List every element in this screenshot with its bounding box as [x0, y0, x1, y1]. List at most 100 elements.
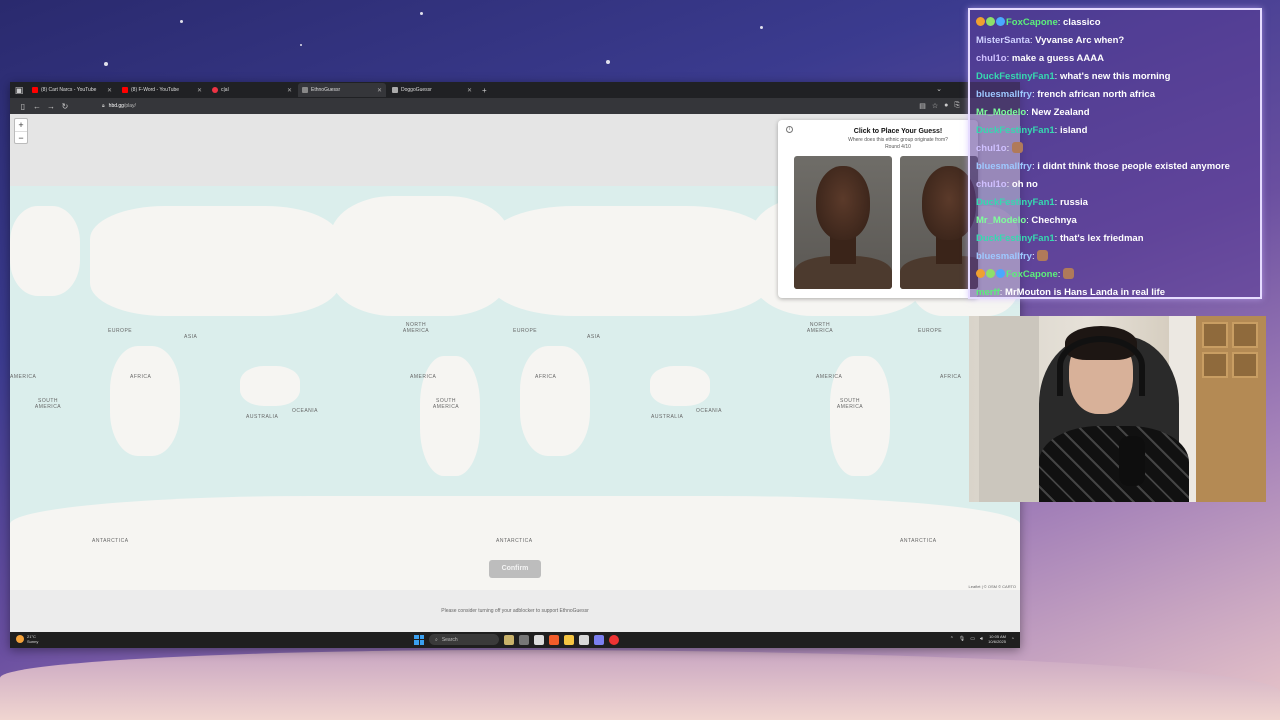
- close-icon[interactable]: ✕: [107, 87, 112, 94]
- chat-message: bluesmallfry: i didnt think those people…: [976, 158, 1254, 176]
- chat-username[interactable]: DuckFestinyFan1: [976, 71, 1055, 82]
- chat-message: MisterSanta: Vyvanse Arc when?: [976, 32, 1254, 50]
- reader-icon[interactable]: ▤: [919, 102, 926, 110]
- window-menu-icon[interactable]: ▣: [12, 83, 26, 97]
- chat-text: i didnt think those people existed anymo…: [1037, 161, 1230, 172]
- network-icon[interactable]: ▭: [970, 636, 975, 642]
- map-label-antarctica: ANTARCTICA: [92, 538, 129, 544]
- zoom-out-button[interactable]: −: [15, 131, 27, 143]
- new-tab-icon[interactable]: +: [482, 86, 487, 95]
- chat-username[interactable]: chul1o: [976, 53, 1007, 64]
- notification-icon[interactable]: ◔: [1011, 636, 1014, 642]
- chat-username[interactable]: chul1o: [976, 143, 1007, 154]
- bookmark-star-icon[interactable]: ☆: [932, 102, 938, 110]
- map-label-australia: AUSTRALIA: [246, 414, 279, 420]
- chat-username[interactable]: chul1o: [976, 179, 1007, 190]
- badge-icon: [986, 17, 995, 26]
- background-star: [606, 60, 610, 64]
- tab-cal[interactable]: c|al ✕: [208, 83, 296, 97]
- close-icon[interactable]: ✕: [287, 87, 292, 94]
- info-icon[interactable]: i: [786, 126, 793, 133]
- task-view-icon[interactable]: [519, 634, 529, 645]
- url-path: /play/: [123, 103, 136, 109]
- map-label-south-america: SOUTH AMERICA: [34, 398, 62, 410]
- sidebar-toggle-icon[interactable]: ▯: [16, 102, 30, 111]
- sun-icon: [16, 635, 24, 643]
- tab-bar: ▣ (8) Cart Narcs - YouTube ✕ (8) F-Word …: [10, 82, 1020, 98]
- chat-username[interactable]: merff: [976, 287, 1000, 298]
- webcam-person-body: [1039, 426, 1189, 502]
- address-bar[interactable]: 🔒︎ hbd.gg /play/: [102, 103, 136, 109]
- mic-icon[interactable]: 🎙︎: [959, 636, 965, 642]
- chat-username[interactable]: DuckFestinyFan1: [976, 125, 1055, 136]
- map-label-north-america: NORTH AMERICA: [806, 322, 834, 334]
- badge-icon: [976, 269, 985, 278]
- taskbar-search[interactable]: ⌕ Search: [429, 634, 499, 645]
- tab-f-word[interactable]: (8) F-Word - YouTube ✕: [118, 83, 206, 97]
- browser-toolbar: ▯ ← → ↻ 🔒︎ hbd.gg /play/ ▤ ☆ ● ⎘: [10, 98, 1020, 114]
- share-icon[interactable]: ⎘: [954, 102, 960, 110]
- forward-icon[interactable]: →: [44, 102, 58, 111]
- guess-panel: i Click to Place Your Guess! Where does …: [778, 120, 978, 298]
- copilot-icon[interactable]: [504, 634, 514, 645]
- discord-icon[interactable]: [594, 634, 604, 645]
- chat-username[interactable]: Mr_Modelo: [976, 215, 1026, 226]
- confirm-button[interactable]: Confirm: [489, 560, 541, 578]
- webcam-shelf: [1196, 316, 1266, 502]
- map-label-oceania: OCEANIA: [696, 408, 723, 414]
- chat-username[interactable]: bluesmallfry: [976, 161, 1032, 172]
- tab-cart-narcs[interactable]: (8) Cart Narcs - YouTube ✕: [28, 83, 116, 97]
- chat-username[interactable]: DuckFestinyFan1: [976, 197, 1055, 208]
- weather-desc: Sunny: [27, 639, 39, 644]
- tab-label: c|al: [221, 87, 229, 93]
- ethnoguessr-page: EUROPE ASIA AFRICA NORTH AMERICA AMERICA …: [10, 114, 1020, 632]
- chat-text: oh no: [1011, 179, 1038, 190]
- chat-username[interactable]: FoxCapone: [1006, 17, 1058, 28]
- badge-icon: [986, 269, 995, 278]
- url-host: hbd.gg: [108, 103, 124, 109]
- terminal-icon[interactable]: [534, 634, 544, 645]
- extension-icon[interactable]: ●: [944, 102, 948, 110]
- brave-browser-icon[interactable]: [549, 634, 559, 645]
- chat-username[interactable]: bluesmallfry: [976, 89, 1032, 100]
- map-label-america: AMERICA: [10, 374, 37, 380]
- chat-username[interactable]: FoxCapone: [1006, 269, 1058, 280]
- weather-widget[interactable]: 21°C Sunny: [16, 634, 38, 644]
- close-icon[interactable]: ✕: [197, 87, 202, 94]
- chat-message: DuckFestinyFan1: russia: [976, 194, 1254, 212]
- face-photo[interactable]: [794, 156, 892, 289]
- map-label-asia: ASIA: [587, 334, 601, 340]
- chat-message: chul1o:: [976, 140, 1254, 158]
- zoom-in-button[interactable]: +: [15, 119, 27, 131]
- volume-icon[interactable]: 🔊︎: [980, 636, 983, 642]
- chevron-down-icon[interactable]: ⌄: [936, 85, 942, 93]
- tab-label: DoggoGuessr: [401, 87, 432, 93]
- shelf-cell: [1232, 322, 1258, 348]
- badge-icon: [996, 17, 1005, 26]
- chat-username[interactable]: DuckFestinyFan1: [976, 233, 1055, 244]
- map-label-asia: ASIA: [184, 334, 198, 340]
- chat-message: DuckFestinyFan1: that's lex friedman: [976, 230, 1254, 248]
- face-photo[interactable]: [900, 156, 978, 289]
- close-icon[interactable]: ✕: [467, 87, 472, 94]
- clock[interactable]: 10:05 AM 10/6/2025: [988, 634, 1006, 644]
- search-icon: ⌕: [435, 636, 438, 643]
- file-explorer-icon[interactable]: [564, 634, 574, 645]
- chat-message: bluesmallfry: french african north afric…: [976, 86, 1254, 104]
- obs-icon[interactable]: [609, 634, 619, 645]
- back-icon[interactable]: ←: [30, 102, 44, 111]
- map-attribution[interactable]: Leaflet | © OSM © CARTO: [969, 584, 1016, 589]
- clock-date: 10/6/2025: [988, 639, 1006, 644]
- chevron-up-icon[interactable]: ⌃: [950, 636, 954, 642]
- chat-message: bluesmallfry:: [976, 248, 1254, 266]
- continent-shape: [10, 206, 80, 296]
- close-icon[interactable]: ✕: [377, 87, 382, 94]
- chat-username[interactable]: MisterSanta: [976, 35, 1030, 46]
- chrome-icon[interactable]: [579, 634, 589, 645]
- windows-start-icon[interactable]: [414, 634, 424, 645]
- tab-doggoguessr[interactable]: DoggoGuessr ✕: [388, 83, 476, 97]
- chat-username[interactable]: Mr_Modelo: [976, 107, 1026, 118]
- chat-username[interactable]: bluesmallfry: [976, 251, 1032, 262]
- reload-icon[interactable]: ↻: [58, 102, 72, 111]
- tab-ethnoguessr[interactable]: EthnoGuessr ✕: [298, 83, 386, 97]
